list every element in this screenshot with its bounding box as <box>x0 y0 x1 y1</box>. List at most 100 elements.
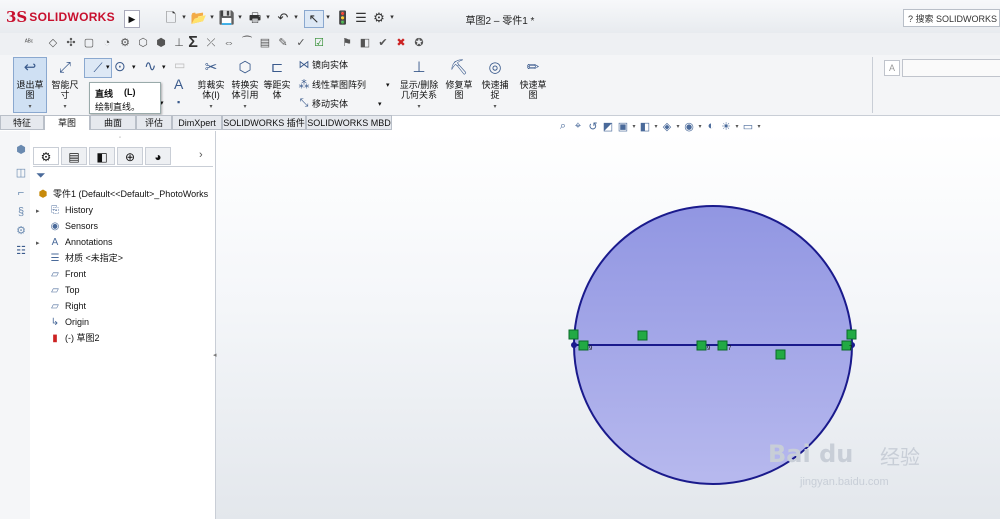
linear-pattern-button[interactable]: ⁂ 线性草图阵列 ▾ <box>296 78 390 91</box>
spell-check-icon[interactable]: ᴬᴮᶜ <box>22 36 36 50</box>
exit-sketch-dropdown-icon[interactable]: ▾ <box>14 102 46 112</box>
relations-dropdown-icon[interactable]: ▾ <box>398 102 440 112</box>
hole-wizard-icon[interactable]: ✣ <box>64 36 78 50</box>
tree-item-front-plane[interactable]: ▱ Front <box>36 267 86 282</box>
circle-tool-icon[interactable]: ⊙ <box>114 58 126 75</box>
line-start-point[interactable] <box>571 342 577 348</box>
tree-item-top-plane[interactable]: ▱ Top <box>36 283 79 298</box>
shield-icon[interactable]: ⬢ <box>154 36 168 50</box>
quick-snap-dropdown-icon[interactable]: ▾ <box>480 102 510 112</box>
tree-root-part[interactable]: ⬢ 零件1 (Default<<Default>_PhotoWorks <box>36 187 209 202</box>
configuration-manager-tab-icon[interactable]: ◧ <box>89 147 115 165</box>
design-library-icon[interactable]: ◫ <box>14 166 28 180</box>
move-entities-button[interactable]: ⤡ 移动实体 ▾ <box>296 97 382 110</box>
tab-dimxpert[interactable]: DimXpert <box>172 115 222 130</box>
display-delete-relations-button[interactable]: ⊥ 显示/删除 几何关系 ▾ <box>398 58 440 112</box>
tab-features[interactable]: 特征 <box>0 115 44 130</box>
rapid-sketch-button[interactable]: ✏ 快速草 图 <box>518 58 548 100</box>
check-icon[interactable]: ✓ <box>294 36 308 50</box>
tree-item-origin[interactable]: ↳ Origin <box>36 315 89 330</box>
tree-item-annotations[interactable]: ▸ A Annotations <box>36 235 113 250</box>
tab-sketch[interactable]: 草图 <box>44 115 90 130</box>
offset-entities-button[interactable]: ⊏ 等距实 体 <box>262 58 292 100</box>
custom-properties-icon[interactable]: ⚙ <box>14 224 28 238</box>
feature-tree-icon[interactable]: ☷ <box>14 244 28 258</box>
trim-entities-button[interactable]: ✂ 剪裁实 体(I) ▾ <box>194 58 228 112</box>
plane-tool-icon[interactable]: ▭ <box>174 58 185 72</box>
parts-library-icon[interactable]: ⬢ <box>14 143 28 157</box>
format-font-field[interactable] <box>902 59 1000 77</box>
horizontal-relation-lower-icon[interactable] <box>775 349 786 360</box>
settings-icon[interactable]: ✪ <box>412 36 426 50</box>
panel-splitter-handle[interactable]: ◂ <box>213 351 217 359</box>
coradial-relation-icon[interactable] <box>717 340 728 351</box>
coincident-relation-right-icon[interactable] <box>846 329 857 340</box>
chart-icon[interactable]: ▤ <box>258 36 272 50</box>
dim-icon[interactable]: ⇔ <box>222 36 236 50</box>
speed-icon[interactable]: ◔ <box>100 36 114 50</box>
line-dropdown-icon[interactable]: ▾ <box>106 63 110 71</box>
annotation-dropdown-icon[interactable]: ▾ <box>631 123 637 130</box>
sketch-fix-icon[interactable]: ✎ <box>276 36 290 50</box>
expand-arrow-icon[interactable]: ▸ <box>36 236 48 251</box>
smart-dimension-button[interactable]: ⤢ 智能尺 寸 ▾ <box>50 58 80 112</box>
tab-solidworks-addins[interactable]: SOLIDWORKS 插件 <box>222 115 306 130</box>
point-tool-icon[interactable]: ▪ <box>177 97 180 107</box>
convert-dropdown-icon[interactable]: ▾ <box>228 102 262 112</box>
cancel-icon[interactable]: ✖ <box>394 36 408 50</box>
feature-icon[interactable]: ⚑ <box>340 36 354 50</box>
convert-entities-button[interactable]: ⬡ 转换实 体引用 ▾ <box>228 58 262 112</box>
frame-icon[interactable]: ▢ <box>82 36 96 50</box>
property-manager-tab-icon[interactable]: ▤ <box>61 147 87 165</box>
accept-icon[interactable]: ☑ <box>312 36 326 50</box>
file-explorer-icon[interactable]: ⌐ <box>14 187 28 201</box>
help-search-input[interactable]: ? 搜索 SOLIDWORKS 帮 <box>903 9 1000 27</box>
circle-dropdown-icon[interactable]: ▾ <box>132 63 136 71</box>
hide-show-dropdown-icon[interactable]: ▾ <box>697 123 703 130</box>
quick-snaps-button[interactable]: ◎ 快速捕 捉 ▾ <box>480 58 510 112</box>
view-settings-dropdown-icon[interactable]: ▾ <box>756 123 762 130</box>
feature-manager-tab-icon[interactable]: ⚙ <box>33 147 59 165</box>
curve-icon[interactable]: ⁀ <box>240 36 254 50</box>
mirror-entities-button[interactable]: ⋈ 镜向实体 <box>296 58 349 71</box>
tree-item-history[interactable]: ▸ ⎘ History <box>36 203 93 218</box>
relation-marker-icon[interactable] <box>578 340 589 351</box>
format-icon[interactable]: A <box>884 60 900 76</box>
smart-dimension-dropdown-icon[interactable]: ▾ <box>50 102 80 112</box>
midpoint-relation-icon[interactable] <box>696 340 707 351</box>
repair-sketch-button[interactable]: ⛏ 修复草 图 <box>444 58 474 100</box>
tree-item-sensors[interactable]: ◉ Sensors <box>36 219 98 234</box>
text-tool-icon[interactable]: A <box>174 76 183 92</box>
coincident-relation-left-icon[interactable] <box>568 329 579 340</box>
appearances-icon[interactable]: § <box>14 206 28 220</box>
ok-icon[interactable]: ✔ <box>376 36 390 50</box>
spline-dropdown-icon[interactable]: ▾ <box>162 63 166 71</box>
tree-item-right-plane[interactable]: ▱ Right <box>36 299 86 314</box>
panel-collapse-handle[interactable]: ◦ <box>119 135 121 141</box>
view-icon[interactable]: ◧ <box>358 36 372 50</box>
expand-arrow-icon[interactable]: ▸ <box>36 204 48 219</box>
spline-tool-icon[interactable]: ∿ <box>144 57 157 75</box>
sigma-icon[interactable]: Σ <box>186 35 200 51</box>
display-style-dropdown-icon[interactable]: ▾ <box>675 123 681 130</box>
smart-dimension-icon[interactable]: ◇ <box>46 36 60 50</box>
tab-solidworks-mbd[interactable]: SOLIDWORKS MBD <box>306 115 392 130</box>
tree-item-material[interactable]: ☰ 材质 <未指定> <box>36 251 124 266</box>
horizontal-relation-icon[interactable] <box>637 330 648 341</box>
cross-icon[interactable]: ⤫ <box>204 36 218 50</box>
linear-pattern-dropdown-icon[interactable]: ▾ <box>386 81 390 89</box>
mesh-icon[interactable]: ⬡ <box>136 36 150 50</box>
assembly-icon[interactable]: ⚙ <box>118 36 132 50</box>
display-manager-tab-icon[interactable]: ◕ <box>145 147 171 165</box>
dimxpert-manager-tab-icon[interactable]: ⊕ <box>117 147 143 165</box>
tab-evaluate[interactable]: 评估 <box>136 115 172 130</box>
relation-icon[interactable]: ⊥ <box>172 36 186 50</box>
trim-dropdown-icon[interactable]: ▾ <box>194 102 228 112</box>
filter-icon[interactable]: ⏷ <box>36 168 50 182</box>
tab-surfaces[interactable]: 曲面 <box>90 115 136 130</box>
move-dropdown-icon[interactable]: ▾ <box>378 100 382 108</box>
view-orientation-dropdown-icon[interactable]: ▾ <box>653 123 659 130</box>
tree-item-sketch2[interactable]: ▮ (-) 草图2 <box>36 331 99 346</box>
apply-scene-dropdown-icon[interactable]: ▾ <box>734 123 740 130</box>
tabs-scroll-right-icon[interactable]: › <box>199 149 203 161</box>
